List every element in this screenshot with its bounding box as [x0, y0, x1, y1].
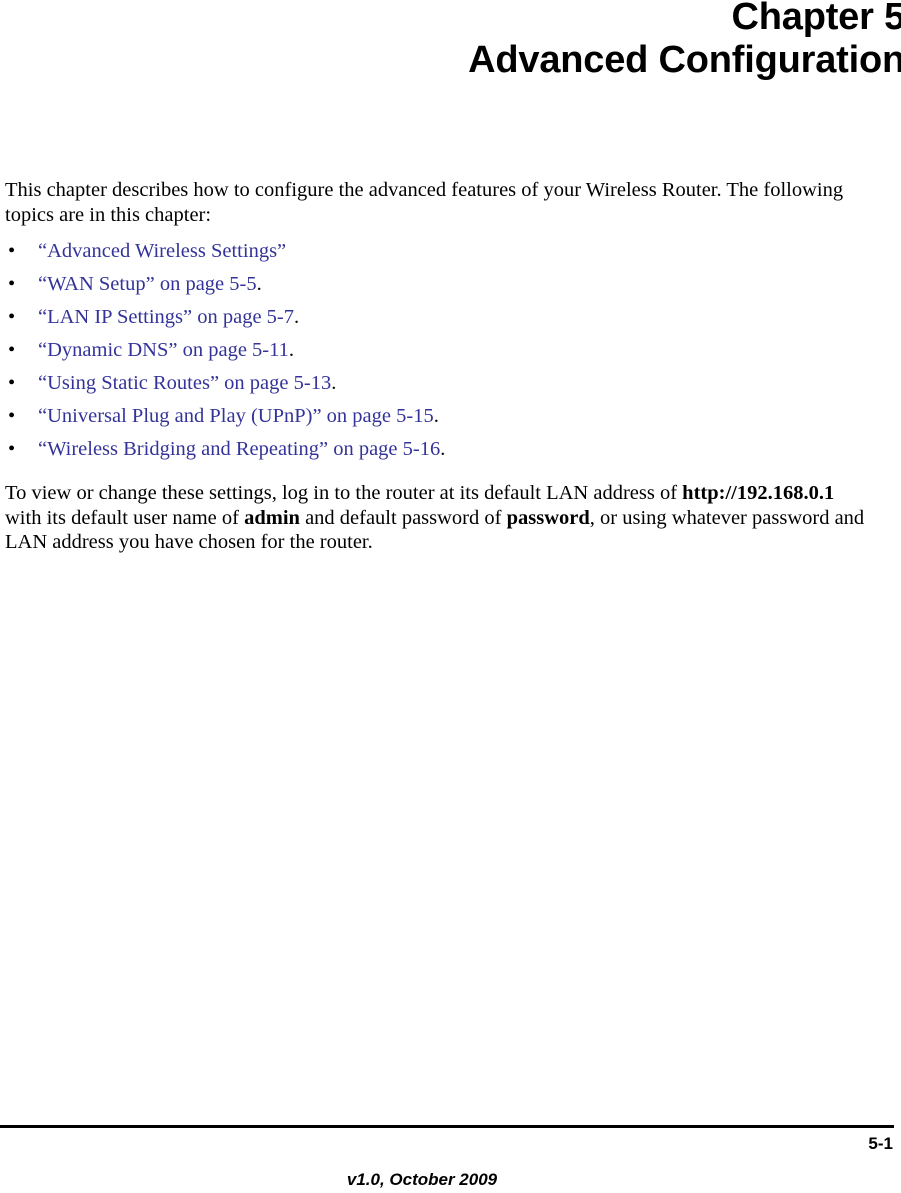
list-item[interactable]: • “Dynamic DNS” on page 5-11.	[5, 334, 865, 367]
cross-reference-link[interactable]: “Using Static Routes” on page 5-13	[38, 372, 331, 394]
login-text-part1: To view or change these settings, log in…	[5, 482, 683, 504]
cross-reference-link[interactable]: “Advanced Wireless Settings”	[38, 240, 286, 262]
trailing-period: .	[331, 372, 337, 394]
default-lan-address: http://192.168.0.1	[682, 482, 835, 504]
cross-reference-link[interactable]: “Universal Plug and Play (UPnP)” on page…	[38, 405, 434, 427]
bullet-icon: •	[8, 405, 16, 427]
cross-reference-link[interactable]: “LAN IP Settings” on page 5-7	[38, 306, 294, 328]
intro-paragraph: This chapter describes how to configure …	[5, 179, 844, 226]
footer-divider	[0, 1125, 894, 1128]
document-page: Chapter 5 Advanced Configuration This ch…	[0, 0, 901, 1193]
login-paragraph: To view or change these settings, log in…	[5, 481, 867, 555]
cross-reference-link[interactable]: “Dynamic DNS” on page 5-11	[38, 339, 289, 361]
document-version: v1.0, October 2009	[346, 1170, 498, 1189]
trailing-period: .	[433, 405, 439, 427]
list-item[interactable]: • “Advanced Wireless Settings”	[5, 235, 865, 268]
chapter-heading: Chapter 5 Advanced Configuration	[0, 0, 901, 83]
bullet-icon: •	[8, 438, 16, 460]
default-username: admin	[244, 506, 300, 529]
cross-reference-link[interactable]: “WAN Setup” on page 5-5	[38, 273, 257, 295]
bullet-icon: •	[8, 240, 16, 262]
chapter-number: Chapter 5	[731, 0, 901, 38]
page-number: 5-1	[868, 1134, 893, 1153]
trailing-period: .	[294, 306, 300, 328]
trailing-period: .	[256, 273, 262, 295]
trailing-period: .	[440, 438, 446, 460]
list-item[interactable]: • “LAN IP Settings” on page 5-7.	[5, 301, 865, 334]
topics-list: • “Advanced Wireless Settings” • “WAN Setu…	[5, 235, 865, 466]
bullet-icon: •	[8, 306, 16, 328]
trailing-period: .	[288, 339, 294, 361]
list-item[interactable]: • “Universal Plug and Play (UPnP)” on pag…	[5, 400, 865, 433]
list-item[interactable]: • “Wireless Bridging and Repeating” on pa…	[5, 433, 865, 466]
bullet-icon: •	[8, 372, 16, 394]
list-item[interactable]: • “WAN Setup” on page 5-5.	[5, 268, 865, 301]
page-content: This chapter describes how to configure …	[5, 178, 865, 555]
default-password: password	[506, 506, 590, 529]
bullet-icon: •	[8, 273, 16, 295]
list-item[interactable]: • “Using Static Routes” on page 5-13.	[5, 367, 865, 400]
login-text-part3: and default password of	[299, 506, 507, 529]
login-text-part2: with its default user name of	[5, 506, 245, 529]
chapter-title: Advanced Configuration	[468, 39, 901, 81]
cross-reference-link[interactable]: “Wireless Bridging and Repeating” on pag…	[38, 438, 440, 460]
bullet-icon: •	[8, 339, 16, 361]
